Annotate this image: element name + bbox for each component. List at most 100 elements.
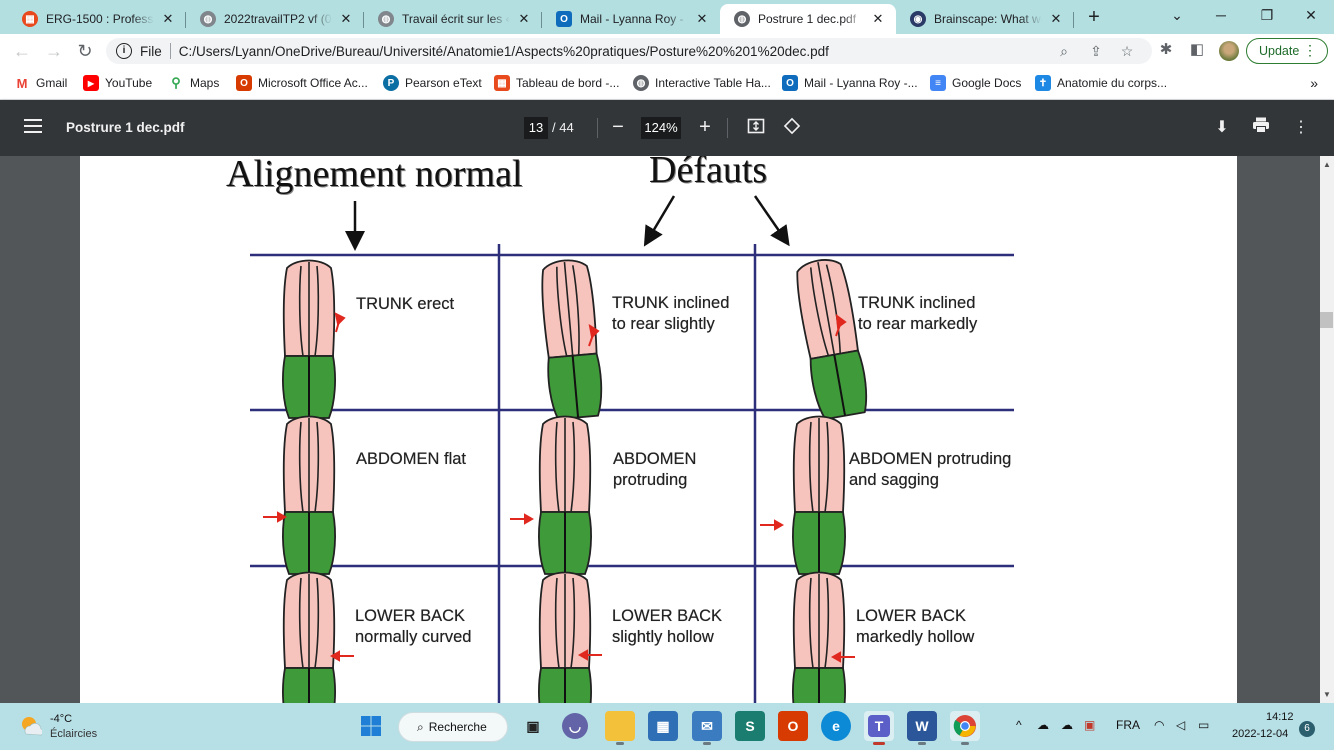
clock-time[interactable]: 14:12 <box>1266 711 1294 723</box>
clock-date[interactable]: 2022-12-04 <box>1232 728 1288 740</box>
bookmark-maps[interactable]: ⚲ Maps <box>168 75 219 91</box>
tab-postrure-pdf[interactable]: ◍ Postrure 1 dec.pdf ✕ <box>720 4 896 34</box>
bookmark-anatomie[interactable]: ✝ Anatomie du corps... <box>1035 75 1167 91</box>
new-tab-button[interactable]: + <box>1082 6 1106 30</box>
label-abdomen-sagging: ABDOMEN protruding and sagging <box>849 450 1012 489</box>
bookmark-office[interactable]: O Microsoft Office Ac... <box>236 75 368 91</box>
start-button[interactable] <box>356 711 386 741</box>
scrollbar-thumb[interactable] <box>1320 312 1333 328</box>
close-icon[interactable]: ✕ <box>1048 11 1064 27</box>
forward-icon[interactable]: → <box>42 39 66 63</box>
figure-lowerback-marked <box>791 571 847 703</box>
download-icon[interactable]: ⬇ <box>1211 117 1233 139</box>
bookmarks-overflow-icon[interactable]: » <box>1310 75 1318 91</box>
tab-strip: ▦ ERG-1500 : Profession ✕ ◍ 2022travailT… <box>0 0 1334 34</box>
close-icon[interactable]: ✕ <box>516 11 532 27</box>
close-icon[interactable]: ✕ <box>338 11 354 27</box>
dashboard-icon: ▦ <box>22 11 38 27</box>
bookmark-pearson[interactable]: P Pearson eText <box>383 75 482 91</box>
tab-search-button[interactable]: ⌄ <box>1154 0 1200 30</box>
weather-temperature[interactable]: -4°C <box>50 713 72 725</box>
vertical-scrollbar[interactable] <box>1320 156 1334 703</box>
reload-icon[interactable]: ↻ <box>73 39 97 63</box>
print-icon[interactable] <box>1250 117 1272 139</box>
tab-mail[interactable]: O Mail - Lyanna Roy - O ✕ <box>542 4 720 34</box>
mail-app-icon[interactable]: ✉ <box>692 711 722 745</box>
tray-overflow-icon[interactable]: ^ <box>1016 718 1022 732</box>
close-icon[interactable]: ✕ <box>694 11 710 27</box>
tab-brainscape[interactable]: ◉ Brainscape: What wou ✕ <box>896 4 1074 34</box>
volume-icon[interactable]: ◁ <box>1176 718 1185 732</box>
globe-icon: ◍ <box>734 11 750 27</box>
youtube-icon: ▶ <box>83 75 99 91</box>
office-tray-icon[interactable]: ▣ <box>1084 718 1095 732</box>
page-number-input[interactable]: 13 <box>524 117 548 139</box>
zoom-in-button[interactable]: + <box>692 114 718 140</box>
task-view-icon[interactable]: ▣ <box>518 711 548 741</box>
scroll-down-icon[interactable]: ▼ <box>1320 688 1334 702</box>
share-icon[interactable]: ⇪ <box>1088 43 1104 59</box>
side-panel-icon[interactable]: ◧ <box>1188 41 1206 59</box>
brainscape-icon: ◉ <box>910 11 926 27</box>
tab-erg1500[interactable]: ▦ ERG-1500 : Profession ✕ <box>8 4 186 34</box>
bookmark-star-icon[interactable]: ☆ <box>1119 43 1135 59</box>
zoom-out-button[interactable]: − <box>605 114 631 140</box>
pdf-viewport[interactable]: Alignement normal Défauts TRUNK erect TR… <box>0 156 1320 703</box>
bookmark-label: Pearson eText <box>405 76 482 90</box>
tab-travail-ecrit[interactable]: ◍ Travail écrit sur les « P ✕ <box>364 4 542 34</box>
url-text[interactable]: C:/Users/Lyann/OneDrive/Bureau/Universit… <box>179 44 829 59</box>
scroll-up-icon[interactable]: ▲ <box>1320 158 1334 172</box>
restore-button[interactable]: ❐ <box>1244 0 1290 30</box>
info-icon[interactable]: i <box>116 43 132 59</box>
bookmark-tableau[interactable]: ▦ Tableau de bord -... <box>494 75 619 91</box>
bookmark-mail[interactable]: O Mail - Lyanna Roy -... <box>782 75 918 91</box>
pdf-page: Alignement normal Défauts TRUNK erect TR… <box>80 156 1237 703</box>
bookmark-interactive-table[interactable]: ◍ Interactive Table Ha... <box>633 75 771 91</box>
menu-icon[interactable] <box>24 119 42 133</box>
profile-avatar[interactable] <box>1219 41 1239 61</box>
tab-title: Travail écrit sur les « P <box>402 12 510 26</box>
onedrive-sync-icon[interactable]: ☁ <box>1061 718 1073 732</box>
address-bar[interactable]: i File C:/Users/Lyann/OneDrive/Bureau/Un… <box>106 38 1152 64</box>
bookmark-label: YouTube <box>105 76 153 90</box>
minimize-button[interactable]: ─ <box>1198 0 1244 30</box>
notification-badge[interactable]: 6 <box>1299 721 1315 737</box>
taskbar: -4°C Éclaircies ⌕ Recherche ▣ ◡ ▦ ✉ S O … <box>0 703 1334 750</box>
language-indicator[interactable]: FRA <box>1116 718 1140 732</box>
browser-toolbar: ← → ↻ i File C:/Users/Lyann/OneDrive/Bur… <box>0 34 1334 68</box>
battery-icon[interactable]: ▭ <box>1198 718 1209 732</box>
wifi-icon[interactable]: ◠ <box>1154 718 1164 732</box>
teams-icon[interactable]: T <box>864 711 894 745</box>
label-abdomen-flat: ABDOMEN flat <box>356 450 467 468</box>
sway-icon[interactable]: S <box>735 711 765 741</box>
close-icon[interactable]: ✕ <box>160 11 176 27</box>
file-explorer-icon[interactable] <box>605 711 635 745</box>
weather-description[interactable]: Éclaircies <box>50 728 97 740</box>
close-icon[interactable]: ✕ <box>870 11 886 27</box>
office-icon[interactable]: O <box>778 711 808 741</box>
zoom-level-input[interactable]: 124% <box>641 117 681 139</box>
update-label: Update <box>1259 44 1300 58</box>
fit-page-icon[interactable] <box>745 117 767 139</box>
extensions-icon[interactable]: ✱ <box>1157 41 1175 59</box>
window-close-button[interactable]: ✕ <box>1288 0 1334 30</box>
word-icon[interactable]: W <box>907 711 937 745</box>
bookmark-gmail[interactable]: M Gmail <box>14 75 68 91</box>
update-button[interactable]: Update ⋮ <box>1246 38 1328 64</box>
rotate-icon[interactable] <box>781 117 803 139</box>
chrome-icon[interactable] <box>950 711 980 745</box>
taskbar-search[interactable]: ⌕ Recherche <box>398 712 508 742</box>
onedrive-icon[interactable]: ☁ <box>1037 718 1049 732</box>
zoom-icon[interactable]: ⌕ <box>1056 43 1072 59</box>
back-icon[interactable]: ← <box>10 39 34 63</box>
scheme-label: File <box>140 43 162 59</box>
bookmark-google-docs[interactable]: ≡ Google Docs <box>930 75 1021 91</box>
edge-icon[interactable]: e <box>821 711 851 741</box>
chat-icon[interactable]: ◡ <box>562 713 588 739</box>
label-trunk-marked: TRUNK inclined to rear markedly <box>858 294 978 333</box>
bookmark-youtube[interactable]: ▶ YouTube <box>83 75 152 91</box>
menu-dots-icon: ⋮ <box>1303 42 1317 58</box>
more-options-icon[interactable]: ⋮ <box>1290 117 1312 139</box>
tab-travailtp2[interactable]: ◍ 2022travailTP2 vf (002 ✕ <box>186 4 364 34</box>
store-icon[interactable]: ▦ <box>648 711 678 741</box>
